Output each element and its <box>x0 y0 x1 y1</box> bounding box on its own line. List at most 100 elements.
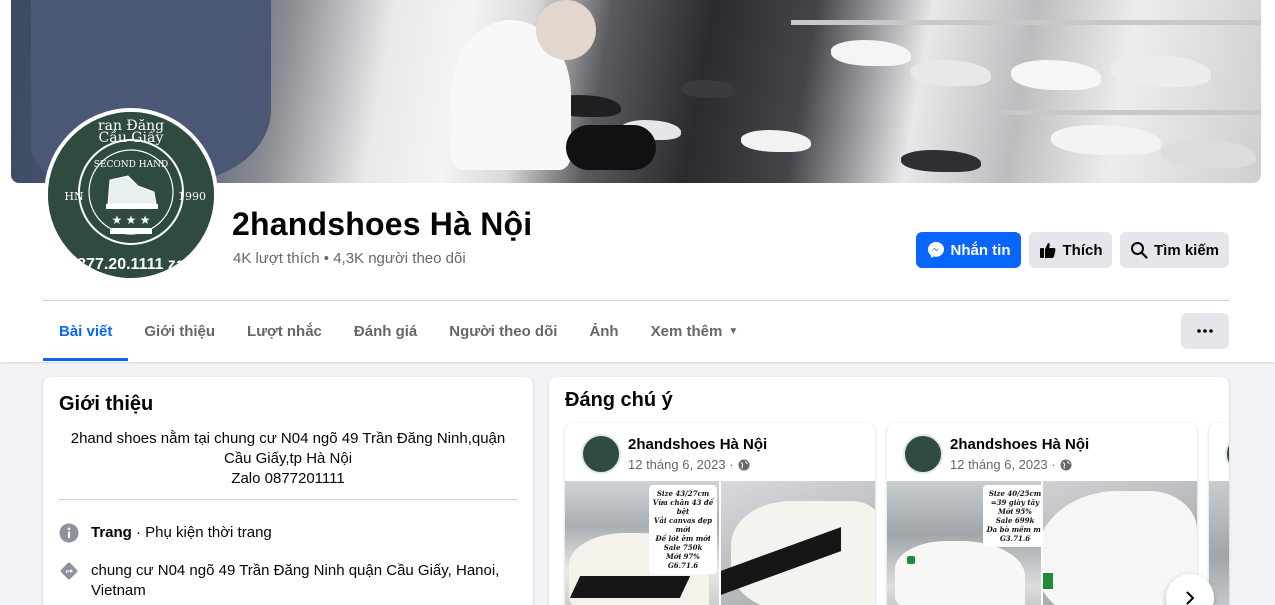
tag-line: Da bò mềm mị <box>986 525 1041 534</box>
globe-icon <box>738 459 750 470</box>
post-photo[interactable] <box>721 481 875 605</box>
cover-shoe <box>1161 140 1256 168</box>
tag-line: =39 giày tây <box>990 498 1040 507</box>
bio-line: Cầu Giấy,tp Hà Nội <box>223 450 353 467</box>
tab-label: Xem thêm <box>650 322 723 340</box>
category-value[interactable]: · Phụ kiện thời trang <box>132 524 272 541</box>
cover-shoe <box>831 40 911 66</box>
tab-about[interactable]: Giới thiệu <box>128 301 231 361</box>
page-stats: 4K lượt thích • 4,3K người theo dõi <box>233 250 466 267</box>
messenger-icon <box>927 242 944 258</box>
cover-shoe <box>741 130 811 152</box>
cover-shoe <box>1051 125 1161 155</box>
avatar-right-text: 1990 <box>178 190 206 203</box>
post-photo[interactable] <box>1209 481 1229 605</box>
ellipsis-icon <box>1197 329 1213 333</box>
directions-icon <box>60 562 78 580</box>
tab-more[interactable]: Xem thêm ▼ <box>635 301 755 361</box>
post-author[interactable]: 2handshoes Hà Nội <box>628 436 767 453</box>
tab-label: Ảnh <box>589 322 619 340</box>
post-avatar[interactable] <box>903 434 943 474</box>
address-line: Vietnam <box>91 582 146 599</box>
price-tag: Size 40/25cm =39 giày tây Mới 95% Sale 6… <box>983 485 1041 547</box>
avatar-stars: ★ ★ ★ <box>112 213 151 227</box>
avatar-ring-text: SECOND HAND <box>94 160 168 170</box>
tab-label: Bài viết <box>59 322 113 340</box>
globe-icon <box>1060 459 1072 470</box>
thumbs-up-icon <box>1039 243 1056 258</box>
featured-title: Đáng chú ý <box>565 389 673 411</box>
message-button[interactable]: Nhắn tin <box>916 232 1021 268</box>
featured-post[interactable]: 2handshoes Hà Nội 12 tháng 6, 2023 · Siz… <box>565 423 875 605</box>
tag-line: G6.71.6 <box>667 561 699 570</box>
tab-label: Giới thiệu <box>144 322 216 340</box>
search-icon <box>1130 242 1148 259</box>
address-text: chung cư N04 ngõ 49 Trần Đăng Ninh quận … <box>91 561 499 601</box>
cover-person <box>536 0 596 60</box>
search-button[interactable]: Tìm kiếm <box>1120 232 1229 268</box>
tab-posts[interactable]: Bài viết <box>43 301 129 361</box>
avatar-left-text: HN <box>64 190 84 203</box>
like-button[interactable]: Thích <box>1029 232 1112 268</box>
tab-label: Người theo dõi <box>449 322 558 340</box>
avatar-logo: ran Đăng Cầu Giấy HN 1990 SECOND HAND ★ … <box>48 112 214 278</box>
tag-line: Size 40/25cm <box>988 489 1041 498</box>
post-avatar[interactable] <box>581 434 621 474</box>
tab-label: Lượt nhắc <box>247 322 322 340</box>
post-author[interactable]: 2handshoes Hà Nội <box>950 436 1089 453</box>
caret-down-icon: ▼ <box>728 325 739 337</box>
post-photo[interactable]: Size 43/27cm Vừa chân 43 đế bệt Vải canv… <box>565 481 719 605</box>
featured-post-partial[interactable] <box>1209 423 1229 605</box>
intro-divider <box>59 499 517 500</box>
stats-separator: • <box>319 250 334 267</box>
tag-line: Mới 97% <box>666 552 700 561</box>
shoe-shape <box>895 541 1025 605</box>
info-icon <box>59 523 79 543</box>
bio-line: Zalo 0877201111 <box>231 470 345 487</box>
tab-photos[interactable]: Ảnh <box>573 301 634 361</box>
message-button-label: Nhắn tin <box>950 241 1011 259</box>
shoe-tab <box>1043 573 1053 589</box>
page-title: 2handshoes Hà Nội <box>232 206 533 242</box>
cover-shoe <box>911 60 991 86</box>
category-text: Trang · Phụ kiện thời trang <box>91 523 272 543</box>
bio-line: 2hand shoes nằm tại chung cư N04 ngõ 49 … <box>70 430 506 447</box>
featured-post[interactable]: 2handshoes Hà Nội 12 tháng 6, 2023 · Siz… <box>887 423 1197 605</box>
intro-bio: 2hand shoes nằm tại chung cư N04 ngõ 49 … <box>59 429 517 489</box>
category-row: Trang · Phụ kiện thời trang <box>59 523 272 543</box>
chevron-right-icon <box>1186 591 1194 605</box>
avatar-arc-top2: Cầu Giấy <box>99 129 164 146</box>
featured-card: Đáng chú ý 2handshoes Hà Nội 12 tháng 6,… <box>549 377 1229 605</box>
tag-line: Size 43/27cm <box>656 489 710 498</box>
tab-mentions[interactable]: Lượt nhắc <box>231 301 338 361</box>
address-row: chung cư N04 ngõ 49 Trần Đăng Ninh quận … <box>59 561 499 601</box>
tag-line: Sale 750k <box>663 543 703 552</box>
cover-shelf <box>791 20 1261 25</box>
tag-line: Sale 699k <box>995 516 1035 525</box>
address-line: chung cư N04 ngõ 49 Trần Đăng Ninh quận … <box>91 562 500 579</box>
cover-shoe <box>901 150 981 172</box>
tab-reviews[interactable]: Đánh giá <box>338 301 433 361</box>
intro-card: Giới thiệu 2hand shoes nằm tại chung cư … <box>43 377 533 605</box>
post-date: 12 tháng 6, 2023 · <box>628 457 750 472</box>
tag-line: Vải canvas đẹp mới <box>653 516 713 534</box>
page-avatar[interactable]: ran Đăng Cầu Giấy HN 1990 SECOND HAND ★ … <box>48 112 214 278</box>
post-photo[interactable]: Size 40/25cm =39 giày tây Mới 95% Sale 6… <box>887 481 1041 605</box>
cover-shoe <box>681 80 736 98</box>
price-tag: Size 43/27cm Vừa chân 43 đế bệt Vải canv… <box>649 485 717 574</box>
followers-count[interactable]: 4,3K người theo dõi <box>333 250 465 267</box>
tab-followers[interactable]: Người theo dõi <box>433 301 573 361</box>
shoe-stripe <box>569 576 691 598</box>
more-options-button[interactable] <box>1181 313 1229 349</box>
cover-person <box>566 125 656 170</box>
intro-title: Giới thiệu <box>59 393 154 415</box>
cover-shelf <box>1001 110 1261 115</box>
page-tabs: Bài viết Giới thiệu Lượt nhắc Đánh giá N… <box>43 301 754 361</box>
like-button-label: Thích <box>1062 241 1103 259</box>
post-date-text[interactable]: 12 tháng 6, 2023 · <box>950 457 1056 472</box>
category-label: Trang <box>91 524 132 541</box>
cover-shoe <box>1111 55 1211 87</box>
post-avatar[interactable] <box>1225 434 1229 474</box>
likes-count[interactable]: 4K lượt thích <box>233 250 320 267</box>
post-date-text[interactable]: 12 tháng 6, 2023 · <box>628 457 734 472</box>
